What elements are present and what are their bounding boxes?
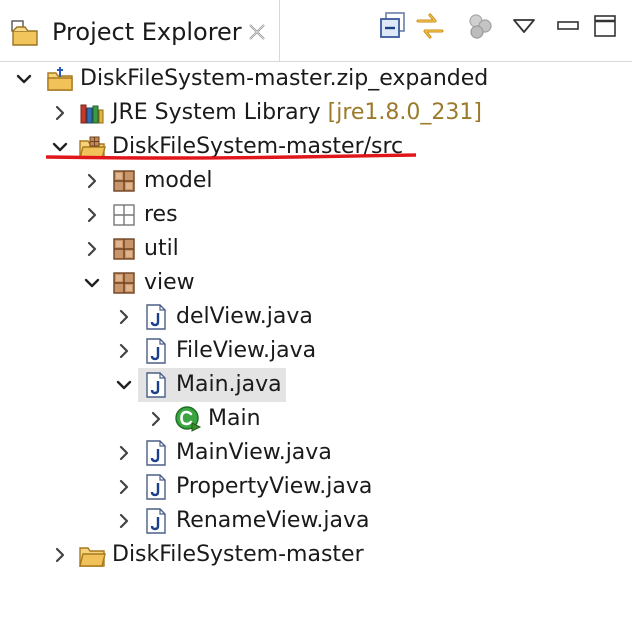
view-menu-chevron-icon[interactable]: [508, 10, 540, 42]
chevron-right-icon[interactable]: [82, 171, 102, 191]
tree-item-project-root[interactable]: DiskFileSystem-master.zip_expanded: [0, 62, 632, 96]
tree-item-label: res: [144, 202, 178, 227]
java-file-icon: [146, 372, 166, 398]
working-sets-icon[interactable]: [464, 10, 496, 42]
chevron-right-icon[interactable]: [50, 545, 70, 565]
tree-item-label: MainView.java: [176, 440, 332, 465]
chevron-right-icon[interactable]: [146, 409, 166, 429]
chevron-right-icon[interactable]: [82, 205, 102, 225]
tree-item-label: FileView.java: [176, 338, 317, 363]
tree-item-package-res[interactable]: res: [0, 198, 632, 232]
tree-item-label: Main.java: [176, 372, 282, 397]
tree-item-label: DiskFileSystem-master.zip_expanded: [80, 66, 489, 91]
tree-item-label: delView.java: [176, 304, 313, 329]
chevron-right-icon[interactable]: [82, 239, 102, 259]
tree-item-file-propertyview[interactable]: PropertyView.java: [0, 470, 632, 504]
java-file-icon: [146, 338, 166, 364]
chevron-right-icon[interactable]: [114, 511, 134, 531]
minimize-icon[interactable]: [552, 10, 584, 42]
view-tab-bar: Project Explorer: [0, 0, 632, 62]
chevron-down-icon[interactable]: [114, 375, 134, 395]
java-file-icon: [146, 304, 166, 330]
tree-item-file-mainview[interactable]: MainView.java: [0, 436, 632, 470]
tree-item-label: view: [144, 270, 195, 295]
tree-item-package-view[interactable]: view: [0, 266, 632, 300]
tree-item-folder-master[interactable]: DiskFileSystem-master: [0, 538, 632, 572]
tree-item-file-delview[interactable]: delView.java: [0, 300, 632, 334]
tree-item-label: JRE System Library: [112, 100, 321, 125]
chevron-right-icon[interactable]: [114, 341, 134, 361]
collapse-all-icon[interactable]: [378, 10, 410, 42]
maximize-icon[interactable]: [588, 10, 620, 42]
annotation-underline: [46, 153, 416, 160]
class-icon: [175, 406, 202, 432]
project-explorer-icon: [11, 20, 38, 46]
package-icon: [113, 170, 135, 192]
jre-version-decoration: [jre1.8.0_231]: [327, 100, 482, 125]
package-icon: [113, 272, 135, 294]
chevron-down-icon[interactable]: [14, 69, 34, 89]
link-with-editor-icon[interactable]: [414, 10, 446, 42]
tree-item-file-main[interactable]: Main.java: [0, 368, 632, 402]
java-file-icon: [146, 440, 166, 466]
chevron-right-icon[interactable]: [114, 443, 134, 463]
project-explorer-panel: Project Explorer DiskFileSystem-master.z…: [0, 0, 632, 638]
tree-item-package-util[interactable]: util: [0, 232, 632, 266]
folder-icon: [79, 547, 106, 567]
project-folder-icon: [47, 67, 73, 91]
tree-item-label: util: [144, 236, 179, 261]
tree-item-file-fileview[interactable]: FileView.java: [0, 334, 632, 368]
view-title: Project Explorer: [52, 18, 242, 46]
tree-item-label: Main: [208, 406, 261, 431]
tree-item-jre-library[interactable]: JRE System Library [jre1.8.0_231]: [0, 96, 632, 130]
tree-item-label: model: [144, 168, 213, 193]
chevron-down-icon[interactable]: [82, 273, 102, 293]
tree-item-label: RenameView.java: [176, 508, 370, 533]
java-file-icon: [146, 474, 166, 500]
empty-package-icon: [113, 204, 135, 226]
tree-item-label: DiskFileSystem-master: [112, 542, 364, 567]
tree-item-class-main[interactable]: Main: [0, 402, 632, 436]
view-toolbar: [280, 0, 632, 62]
project-tree: DiskFileSystem-master.zip_expanded JRE S…: [0, 62, 632, 638]
chevron-right-icon[interactable]: [114, 307, 134, 327]
chevron-right-icon[interactable]: [114, 477, 134, 497]
tree-item-label-group: JRE System Library [jre1.8.0_231]: [112, 96, 482, 130]
close-icon[interactable]: [245, 20, 269, 44]
tree-item-label: PropertyView.java: [176, 474, 373, 499]
chevron-right-icon[interactable]: [50, 103, 70, 123]
project-explorer-tab[interactable]: Project Explorer: [0, 0, 280, 62]
java-file-icon: [146, 508, 166, 534]
library-icon: [80, 104, 104, 124]
package-icon: [113, 238, 135, 260]
tree-item-package-model[interactable]: model: [0, 164, 632, 198]
tree-item-file-renameview[interactable]: RenameView.java: [0, 504, 632, 538]
